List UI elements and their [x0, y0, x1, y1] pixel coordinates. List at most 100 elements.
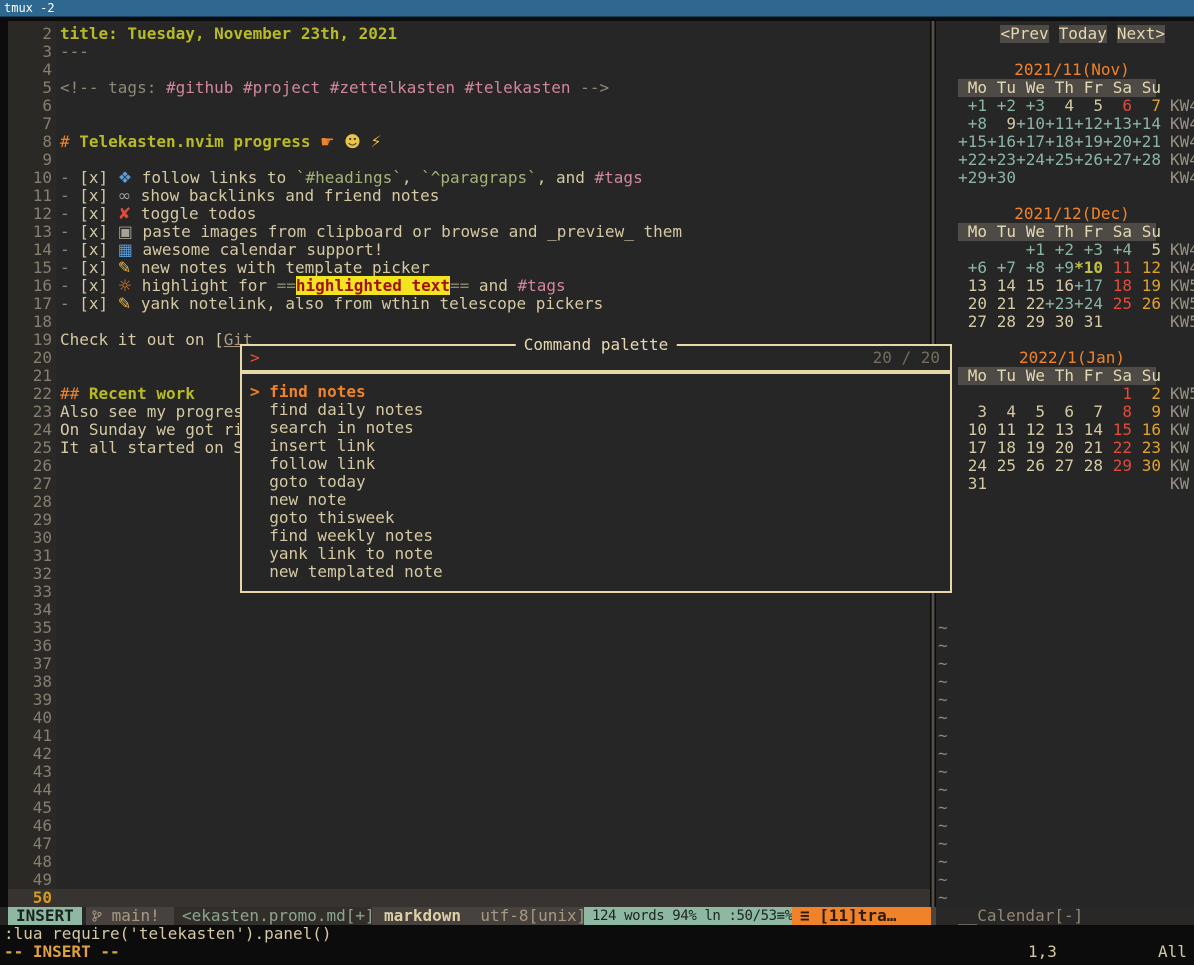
calendar-day[interactable]: +11 [1045, 115, 1074, 133]
calendar-day[interactable]: 28 [1074, 457, 1103, 475]
calendar-day[interactable]: 22 [1103, 439, 1132, 457]
calendar-day[interactable]: 6 [1103, 97, 1132, 115]
calendar-day[interactable]: +13 [1103, 115, 1132, 133]
calendar-day[interactable]: 11 [987, 421, 1016, 439]
calendar-day[interactable]: 2 [1132, 385, 1161, 403]
calendar-day[interactable]: 4 [1045, 97, 1074, 115]
palette-item[interactable]: find weekly notes [250, 527, 433, 545]
calendar-day[interactable]: +21 [1132, 133, 1161, 151]
calendar-day[interactable]: 6 [1045, 403, 1074, 421]
calendar-day[interactable]: 27 [1045, 457, 1074, 475]
calendar-day[interactable]: 18 [987, 439, 1016, 457]
calendar-day[interactable]: +2 [1045, 241, 1074, 259]
command-palette-results[interactable]: > find notes find daily notes search in … [240, 372, 952, 593]
calendar-day[interactable]: 27 [958, 313, 987, 331]
calendar-day[interactable]: +23 [987, 151, 1016, 169]
calendar-day[interactable]: +18 [1045, 133, 1074, 151]
calendar-window[interactable]: <PrevTodayNext> 2021/11(Nov)MoTuWeThFrSa… [936, 21, 1194, 907]
calendar-day[interactable]: +26 [1074, 151, 1103, 169]
calendar-day[interactable]: 18 [1103, 277, 1132, 295]
calendar-day[interactable]: *10 [1074, 259, 1103, 277]
calendar-day[interactable]: 23 [1132, 439, 1161, 457]
palette-item[interactable]: yank link to note [250, 545, 433, 563]
calendar-day[interactable]: 5 [1132, 241, 1161, 259]
calendar-day[interactable]: +29 [958, 169, 987, 187]
palette-item[interactable]: follow link [250, 455, 375, 473]
calendar-day[interactable]: 4 [987, 403, 1016, 421]
calendar-day[interactable]: 9 [987, 115, 1016, 133]
calendar-day[interactable]: +23 [1045, 295, 1074, 313]
calendar-day[interactable]: +1 [958, 97, 987, 115]
calendar-day[interactable]: 26 [1016, 457, 1045, 475]
calendar-day[interactable]: 16 [1045, 277, 1074, 295]
calendar-day[interactable]: 19 [1132, 277, 1161, 295]
calendar-day[interactable]: +7 [987, 259, 1016, 277]
today-button[interactable]: Today [1059, 25, 1107, 43]
calendar-day[interactable]: 21 [1074, 439, 1103, 457]
calendar-day[interactable]: 20 [1045, 439, 1074, 457]
palette-item[interactable]: goto thisweek [250, 509, 395, 527]
calendar-day[interactable]: 25 [987, 457, 1016, 475]
calendar-day[interactable]: +17 [1074, 277, 1103, 295]
palette-item[interactable]: find daily notes [250, 401, 423, 419]
calendar-day[interactable]: 15 [1016, 277, 1045, 295]
calendar-day[interactable]: +14 [1132, 115, 1161, 133]
calendar-day[interactable]: 12 [1016, 421, 1045, 439]
calendar-day[interactable]: 12 [1132, 259, 1161, 277]
calendar-day[interactable]: +22 [958, 151, 987, 169]
calendar-day[interactable]: +10 [1016, 115, 1045, 133]
calendar-day[interactable]: 26 [1132, 295, 1161, 313]
calendar-day[interactable]: +16 [987, 133, 1016, 151]
command-palette-prompt[interactable]: Command palette > 20 / 20 [240, 344, 952, 372]
palette-item[interactable]: new note [250, 491, 346, 509]
calendar-day[interactable]: +24 [1016, 151, 1045, 169]
calendar-day[interactable]: 5 [1016, 403, 1045, 421]
calendar-day[interactable]: 13 [1045, 421, 1074, 439]
calendar-day[interactable]: +17 [1016, 133, 1045, 151]
calendar-day[interactable]: +27 [1103, 151, 1132, 169]
calendar-day[interactable]: 25 [1103, 295, 1132, 313]
calendar-day[interactable]: +3 [1074, 241, 1103, 259]
calendar-day[interactable]: +6 [958, 259, 987, 277]
calendar-day[interactable]: +1 [1016, 241, 1045, 259]
calendar-day[interactable]: 20 [958, 295, 987, 313]
calendar-day[interactable]: +8 [958, 115, 987, 133]
calendar-day[interactable]: 29 [1016, 313, 1045, 331]
calendar-day[interactable]: 29 [1103, 457, 1132, 475]
calendar-day[interactable]: 19 [1016, 439, 1045, 457]
palette-item[interactable]: goto today [250, 473, 366, 491]
calendar-day[interactable]: 17 [958, 439, 987, 457]
calendar-day[interactable]: 9 [1132, 403, 1161, 421]
calendar-day[interactable]: 22 [1016, 295, 1045, 313]
calendar-day[interactable]: 28 [987, 313, 1016, 331]
calendar-day[interactable]: 7 [1074, 403, 1103, 421]
calendar-day[interactable]: 10 [958, 421, 987, 439]
calendar-day[interactable]: 30 [1132, 457, 1161, 475]
calendar-day[interactable]: 15 [1103, 421, 1132, 439]
palette-item[interactable]: > find notes [250, 383, 366, 401]
calendar-day[interactable]: 30 [1045, 313, 1074, 331]
palette-item[interactable]: new templated note [250, 563, 443, 581]
calendar-day[interactable]: 14 [987, 277, 1016, 295]
calendar-day[interactable]: +9 [1045, 259, 1074, 277]
calendar-day[interactable]: 3 [958, 403, 987, 421]
calendar-day[interactable]: +30 [987, 169, 1016, 187]
calendar-day[interactable]: +15 [958, 133, 987, 151]
calendar-day[interactable]: 31 [1074, 313, 1103, 331]
calendar-day[interactable]: 24 [958, 457, 987, 475]
calendar-day[interactable]: 8 [1103, 403, 1132, 421]
next-button[interactable]: Next> [1117, 25, 1165, 43]
calendar-day[interactable]: +2 [987, 97, 1016, 115]
calendar-day[interactable]: +4 [1103, 241, 1132, 259]
calendar-day[interactable]: 16 [1132, 421, 1161, 439]
prev-button[interactable]: <Prev [1000, 25, 1048, 43]
calendar-day[interactable]: 1 [1103, 385, 1132, 403]
calendar-day[interactable]: +28 [1132, 151, 1161, 169]
calendar-day[interactable]: 14 [1074, 421, 1103, 439]
calendar-day[interactable]: 11 [1103, 259, 1132, 277]
calendar-day[interactable]: 31 [958, 475, 987, 493]
calendar-day[interactable]: +20 [1103, 133, 1132, 151]
calendar-day[interactable]: +3 [1016, 97, 1045, 115]
palette-item[interactable]: insert link [250, 437, 375, 455]
palette-item[interactable]: search in notes [250, 419, 414, 437]
